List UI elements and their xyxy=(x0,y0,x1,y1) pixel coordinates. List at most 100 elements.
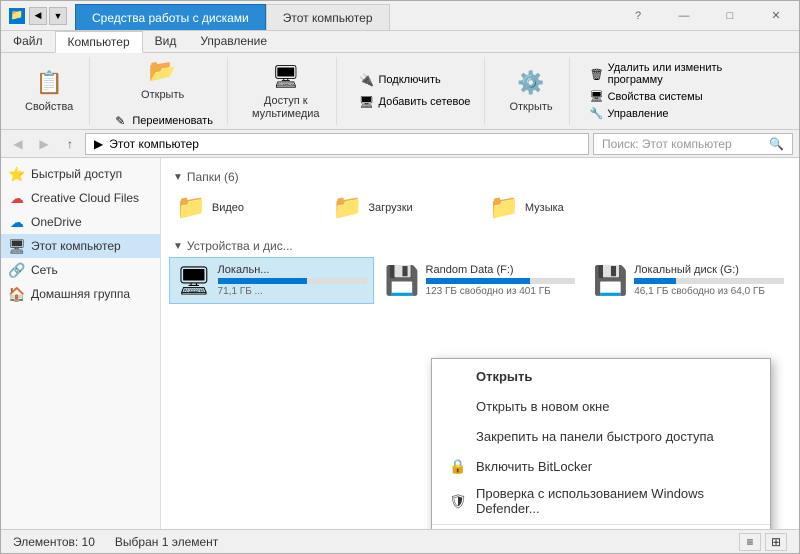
sidebar-item-onedrive[interactable]: ☁ OneDrive xyxy=(1,210,160,234)
search-icon[interactable]: 🔍 xyxy=(769,137,784,151)
sidebar-label-creative-cloud: Creative Cloud Files xyxy=(31,191,139,205)
drive-f-size: 123 ГБ свободно из 401 ГБ xyxy=(426,286,576,297)
sidebar-label-quick-access: Быстрый доступ xyxy=(31,167,122,181)
properties-button[interactable]: 📋 Свойства xyxy=(17,63,81,118)
delete-program-label: Удалить или изменить программу xyxy=(608,62,779,86)
sidebar-label-this-pc: Этот компьютер xyxy=(31,239,121,253)
sidebar-item-creative-cloud[interactable]: ☁ Creative Cloud Files xyxy=(1,186,160,210)
drives-section-header: ▼ Устройства и дис... xyxy=(169,235,791,257)
folder-music-icon: 📁 xyxy=(489,193,519,222)
properties-icon: 📋 xyxy=(33,67,65,99)
system-props-button[interactable]: 🖥 Свойства системы xyxy=(586,89,783,104)
open2-button[interactable]: ⚙️ Открыть xyxy=(501,63,560,118)
access-button[interactable]: 🖥 Доступ кмультимедиа xyxy=(244,57,328,125)
forward-button[interactable]: ▶ xyxy=(33,133,55,155)
quick-undo-icon[interactable]: ▼ xyxy=(49,7,67,25)
network-icon: 🔗 xyxy=(9,262,25,278)
up-button[interactable]: ↑ xyxy=(59,133,81,155)
drives-section-label: Устройства и дис... xyxy=(187,239,293,253)
sidebar-label-homegroup: Домашняя группа xyxy=(31,287,130,301)
drive-g-icon: 💾 xyxy=(593,264,628,297)
properties-label: Свойства xyxy=(25,101,73,114)
ctx-open-new-window[interactable]: Открыть в новом окне xyxy=(432,391,770,421)
ctx-bitlocker[interactable]: 🔒 Включить BitLocker xyxy=(432,451,770,481)
maximize-button[interactable]: □ xyxy=(707,1,753,31)
tab-disk-tools[interactable]: Средства работы с дисками xyxy=(75,4,266,30)
folder-video-label: Видео xyxy=(212,202,244,214)
ctx-bitlocker-label: Включить BitLocker xyxy=(476,459,592,474)
tab-this-pc[interactable]: Этот компьютер xyxy=(266,4,390,30)
folder-item-music[interactable]: 📁 Музыка xyxy=(482,188,635,227)
manage-icon: 🔧 xyxy=(590,107,604,120)
delete-program-button[interactable]: 🗑 Удалить или изменить программу xyxy=(586,61,783,87)
grid-view-button[interactable]: ⊞ xyxy=(765,533,787,551)
address-bar: ◀ ▶ ↑ ▶ Этот компьютер Поиск: Этот компь… xyxy=(1,130,799,158)
sidebar-item-network[interactable]: 🔗 Сеть xyxy=(1,258,160,282)
manage-button[interactable]: 🔧 Управление xyxy=(586,106,783,121)
drive-g-info: Локальный диск (G:) 46,1 ГБ свободно из … xyxy=(634,264,784,297)
ctx-defender[interactable]: 🛡 Проверка с использованием Windows Defe… xyxy=(432,481,770,521)
app-icon: 📁 xyxy=(9,8,25,24)
ribbon-group-open2: ⚙️ Открыть xyxy=(493,57,569,125)
ctx-share[interactable]: Поделиться ▶ xyxy=(432,528,770,529)
ctx-pin-quick-access[interactable]: Закрепить на панели быстрого доступа xyxy=(432,421,770,451)
system-btns: 🗑 Удалить или изменить программу 🖥 Свойс… xyxy=(586,61,783,121)
open-label: Открыть xyxy=(141,89,184,102)
connect-button[interactable]: 🔌 Подключить xyxy=(353,70,477,90)
drive-f-icon: 💾 xyxy=(385,264,420,297)
open2-label: Открыть xyxy=(509,101,552,114)
drives-arrow: ▼ xyxy=(173,241,183,252)
drive-item-c[interactable]: 🖥 Локальн... 71,1 ГБ ... xyxy=(169,257,374,304)
folder-item-downloads[interactable]: 📁 Загрузки xyxy=(326,188,479,227)
system-props-label: Свойства системы xyxy=(608,91,703,103)
tab-file[interactable]: Файл xyxy=(1,31,55,52)
folder-music-label: Музыка xyxy=(525,202,564,214)
drive-c-bar-container xyxy=(218,278,367,284)
open2-icon: ⚙️ xyxy=(515,67,547,99)
access-label: Доступ кмультимедиа xyxy=(252,95,320,121)
folders-section-label: Папки (6) xyxy=(187,170,239,184)
access-icon: 🖥 xyxy=(270,61,302,93)
rename-button[interactable]: ✎ Переименовать xyxy=(106,111,219,131)
back-button[interactable]: ◀ xyxy=(7,133,29,155)
ctx-open[interactable]: Открыть xyxy=(432,361,770,391)
drive-g-size: 46,1 ГБ свободно из 64,0 ГБ xyxy=(634,286,784,297)
drive-c-icon: 🖥 xyxy=(176,264,212,297)
drive-item-f[interactable]: 💾 Random Data (F:) 123 ГБ свободно из 40… xyxy=(378,257,583,304)
drive-c-bar xyxy=(218,278,307,284)
sidebar-item-homegroup[interactable]: 🏠 Домашняя группа xyxy=(1,282,160,306)
list-view-button[interactable]: ≡ xyxy=(739,533,761,551)
add-network-button[interactable]: 🖥 Добавить сетевое xyxy=(353,92,477,112)
tab-computer[interactable]: Компьютер xyxy=(55,31,143,53)
quick-access-toolbar: ◀ ▼ xyxy=(29,7,67,25)
rename-icon: ✎ xyxy=(112,113,128,129)
drive-item-g[interactable]: 💾 Локальный диск (G:) 46,1 ГБ свободно и… xyxy=(586,257,791,304)
sidebar-item-this-pc[interactable]: 🖥 Этот компьютер xyxy=(1,234,160,258)
sidebar-label-onedrive: OneDrive xyxy=(31,215,82,229)
quick-save-icon[interactable]: ◀ xyxy=(29,7,47,25)
ribbon-group-open: 📂 Открыть ✎ Переименовать xyxy=(98,57,228,125)
address-input[interactable]: ▶ Этот компьютер xyxy=(85,133,589,155)
folders-section-header: ▼ Папки (6) xyxy=(169,166,791,188)
onedrive-icon: ☁ xyxy=(9,214,25,230)
search-box[interactable]: Поиск: Этот компьютер 🔍 xyxy=(593,133,793,155)
search-placeholder-text: Поиск: Этот компьютер xyxy=(602,137,732,151)
address-path-text: Этот компьютер xyxy=(109,137,199,151)
view-toggle: ≡ ⊞ xyxy=(739,533,787,551)
open-button[interactable]: 📂 Открыть xyxy=(133,51,192,106)
connect-btns: 🔌 Подключить 🖥 Добавить сетевое xyxy=(353,70,477,112)
drive-f-info: Random Data (F:) 123 ГБ свободно из 401 … xyxy=(426,264,576,297)
help-button[interactable]: ? xyxy=(615,1,661,31)
ctx-bitlocker-icon: 🔒 xyxy=(448,456,468,476)
sidebar-item-quick-access[interactable]: ⭐ Быстрый доступ xyxy=(1,162,160,186)
ctx-defender-label: Проверка с использованием Windows Defend… xyxy=(476,486,754,516)
ribbon-group-connect: 🔌 Подключить 🖥 Добавить сетевое xyxy=(345,57,486,125)
add-network-label: Добавить сетевое xyxy=(379,96,471,108)
minimize-button[interactable]: — xyxy=(661,1,707,31)
close-button[interactable]: ✕ xyxy=(753,1,799,31)
folder-downloads-icon: 📁 xyxy=(333,193,363,222)
tab-view[interactable]: Вид xyxy=(143,31,189,52)
drive-c-name: Локальн... xyxy=(218,264,367,276)
tab-manage[interactable]: Управление xyxy=(188,31,279,52)
folder-item-video[interactable]: 📁 Видео xyxy=(169,188,322,227)
